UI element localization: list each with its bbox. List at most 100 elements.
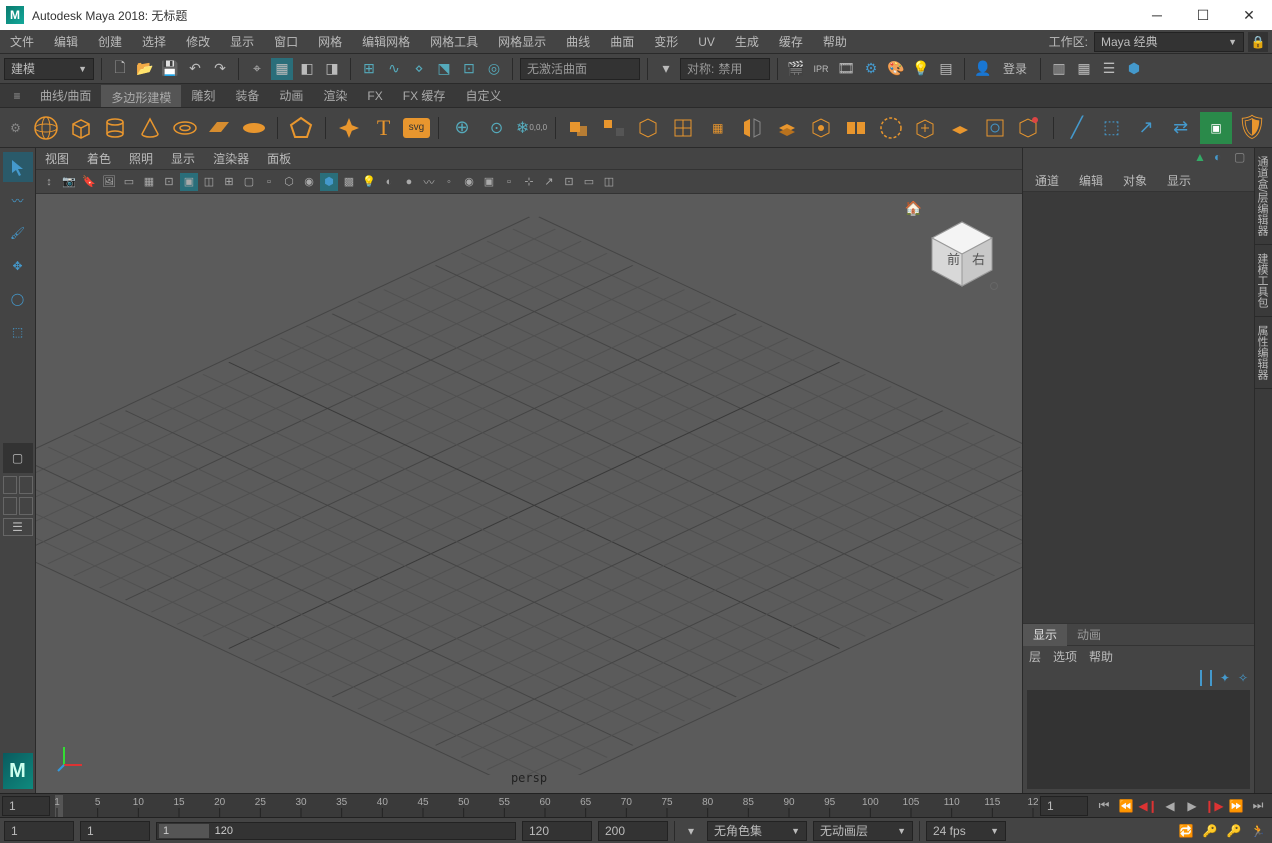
hypershade-icon[interactable]: 🎨 bbox=[885, 58, 907, 80]
layer-tab-display[interactable]: 显示 bbox=[1023, 624, 1067, 646]
mirror-icon[interactable] bbox=[737, 112, 768, 144]
menu-help[interactable]: 帮助 bbox=[813, 30, 857, 54]
undo-icon[interactable]: ↶ bbox=[184, 58, 206, 80]
vp-field-chart-icon[interactable]: ⊞ bbox=[220, 173, 238, 191]
vp-menu-renderer[interactable]: 渲染器 bbox=[204, 148, 258, 170]
menu-file[interactable]: 文件 bbox=[0, 30, 44, 54]
bevel-icon[interactable] bbox=[841, 112, 872, 144]
cb-tab-edit[interactable]: 编辑 bbox=[1071, 171, 1111, 191]
menu-window[interactable]: 窗口 bbox=[264, 30, 308, 54]
vp-resolution-gate-icon[interactable]: ▣ bbox=[180, 173, 198, 191]
viewport[interactable]: 🏠 前 右 persp bbox=[36, 194, 1022, 793]
window-minimize-button[interactable]: ─ bbox=[1134, 0, 1180, 30]
boolean-icon[interactable] bbox=[633, 112, 664, 144]
layout-2v-icon[interactable] bbox=[19, 476, 33, 494]
cb-tab-display[interactable]: 显示 bbox=[1159, 171, 1199, 191]
poly-cube-icon[interactable] bbox=[66, 112, 97, 144]
fps-combobox[interactable]: 24 fps▼ bbox=[926, 821, 1006, 841]
shelf-tab-curves[interactable]: 曲线/曲面 bbox=[30, 85, 101, 107]
range-display-end-field[interactable]: 120 bbox=[522, 821, 592, 841]
login-button[interactable]: 登录 bbox=[997, 60, 1033, 77]
menu-mesh[interactable]: 网格 bbox=[308, 30, 352, 54]
range-slider[interactable]: 1 120 bbox=[156, 822, 516, 840]
panel-layout-3-icon[interactable]: ☰ bbox=[1098, 58, 1120, 80]
vp-safe-title-icon[interactable]: ▫ bbox=[260, 173, 278, 191]
vp-camera-icon[interactable]: 📷 bbox=[60, 173, 78, 191]
shelf-tab-render[interactable]: 渲染 bbox=[313, 85, 357, 107]
append-poly-icon[interactable] bbox=[910, 112, 941, 144]
render-view-icon[interactable]: 🎞 bbox=[835, 58, 857, 80]
new-scene-icon[interactable]: 🗋 bbox=[109, 58, 131, 80]
target-weld-icon[interactable] bbox=[979, 112, 1010, 144]
cb-manip-icon[interactable]: ▲ bbox=[1194, 150, 1208, 164]
shelf-tab-fxcache[interactable]: FX 缓存 bbox=[393, 85, 456, 107]
layer-menu-options[interactable]: 选项 bbox=[1053, 648, 1077, 665]
poly-type-icon[interactable]: T bbox=[368, 112, 399, 144]
menu-edit[interactable]: 编辑 bbox=[44, 30, 88, 54]
vp-camera-select-icon[interactable]: ↕ bbox=[40, 173, 58, 191]
loop-icon[interactable]: 🔁 bbox=[1176, 821, 1196, 841]
poly-platonic-icon[interactable] bbox=[286, 112, 317, 144]
separate-icon[interactable] bbox=[599, 112, 630, 144]
prev-key-icon[interactable]: ⏪ bbox=[1116, 796, 1136, 816]
select-hierarchy-icon[interactable]: ◧ bbox=[296, 58, 318, 80]
layout-3-icon[interactable] bbox=[3, 497, 17, 515]
vp-isolate-icon[interactable]: ▣ bbox=[480, 173, 498, 191]
poly-disc-icon[interactable] bbox=[239, 112, 270, 144]
range-end-field[interactable]: 200 bbox=[598, 821, 668, 841]
insert-edge-icon[interactable]: ╱ bbox=[1062, 112, 1093, 144]
channel-box[interactable] bbox=[1023, 192, 1254, 623]
center-pivot-icon[interactable]: ⊙ bbox=[481, 112, 512, 144]
range-thumb[interactable]: 1 120 bbox=[159, 824, 209, 838]
menu-edit-mesh[interactable]: 编辑网格 bbox=[352, 30, 420, 54]
layer-move-up-icon[interactable] bbox=[1200, 671, 1202, 685]
fill-hole-icon[interactable] bbox=[876, 112, 907, 144]
vp-film-gate-icon[interactable]: ⊡ bbox=[160, 173, 178, 191]
menu-generate[interactable]: 生成 bbox=[725, 30, 769, 54]
window-maximize-button[interactable]: ☐ bbox=[1180, 0, 1226, 30]
layout-outliner-icon[interactable]: ☰ bbox=[3, 518, 33, 536]
layer-menu-layers[interactable]: 层 bbox=[1029, 648, 1041, 665]
panel-layout-1-icon[interactable]: ▥ bbox=[1048, 58, 1070, 80]
smooth-icon[interactable] bbox=[668, 112, 699, 144]
multicut-icon[interactable] bbox=[1014, 112, 1045, 144]
render-setup-icon[interactable]: ▤ bbox=[935, 58, 957, 80]
menu-mesh-tools[interactable]: 网格工具 bbox=[420, 30, 488, 54]
viewcube[interactable]: 前 右 bbox=[922, 214, 1002, 294]
shelf-mash-icon[interactable]: 🛡 bbox=[1236, 112, 1268, 144]
slide-edge-icon[interactable]: ⇄ bbox=[1165, 112, 1196, 144]
vp-2d-icon[interactable]: ▭ bbox=[120, 173, 138, 191]
layout-single-icon[interactable]: ▢ bbox=[3, 443, 33, 473]
connect-icon[interactable]: ↗ bbox=[1131, 112, 1162, 144]
poly-cylinder-icon[interactable] bbox=[100, 112, 131, 144]
cb-sync-icon[interactable]: ◐ bbox=[1214, 150, 1228, 164]
redo-icon[interactable]: ↷ bbox=[209, 58, 231, 80]
prefs-icon[interactable]: 🏃 bbox=[1248, 821, 1268, 841]
symmetry-field[interactable]: 对称: 禁用 bbox=[680, 58, 770, 80]
sidetab-modeling-toolkit[interactable]: 建模工具包 bbox=[1255, 245, 1272, 317]
vp-stereo-icon[interactable]: ◫ bbox=[600, 173, 618, 191]
paint-select-tool[interactable]: 🖌 bbox=[3, 218, 33, 248]
layer-new-empty-icon[interactable]: ✦ bbox=[1220, 671, 1230, 685]
vp-xray-joints-icon[interactable]: ⊹ bbox=[520, 173, 538, 191]
snap-curve-icon[interactable]: ∿ bbox=[383, 58, 405, 80]
layer-list[interactable] bbox=[1027, 690, 1250, 789]
vp-wireframe-icon[interactable]: ⬡ bbox=[280, 173, 298, 191]
next-key-icon[interactable]: ⏩ bbox=[1226, 796, 1246, 816]
sidetab-channelbox[interactable]: 通道盒/层编辑器 bbox=[1255, 148, 1272, 245]
layer-menu-help[interactable]: 帮助 bbox=[1089, 648, 1113, 665]
menu-surface[interactable]: 曲面 bbox=[600, 30, 644, 54]
layout-4-icon[interactable] bbox=[19, 497, 33, 515]
vp-bookmark-icon[interactable]: 🔖 bbox=[80, 173, 98, 191]
render-ipr-icon[interactable]: IPR bbox=[810, 58, 832, 80]
panel-layout-2-icon[interactable]: ▦ bbox=[1073, 58, 1095, 80]
shelf-tab-fx[interactable]: FX bbox=[357, 85, 392, 107]
characterset-combobox[interactable]: 无角色集▼ bbox=[707, 821, 807, 841]
move-tool[interactable]: ✥ bbox=[3, 251, 33, 281]
animlayer-combobox[interactable]: 无动画层▼ bbox=[813, 821, 913, 841]
menu-deform[interactable]: 变形 bbox=[644, 30, 688, 54]
vp-textured-icon[interactable]: ▩ bbox=[340, 173, 358, 191]
menu-display[interactable]: 显示 bbox=[220, 30, 264, 54]
vp-menu-shading[interactable]: 着色 bbox=[78, 148, 120, 170]
vp-menu-view[interactable]: 视图 bbox=[36, 148, 78, 170]
